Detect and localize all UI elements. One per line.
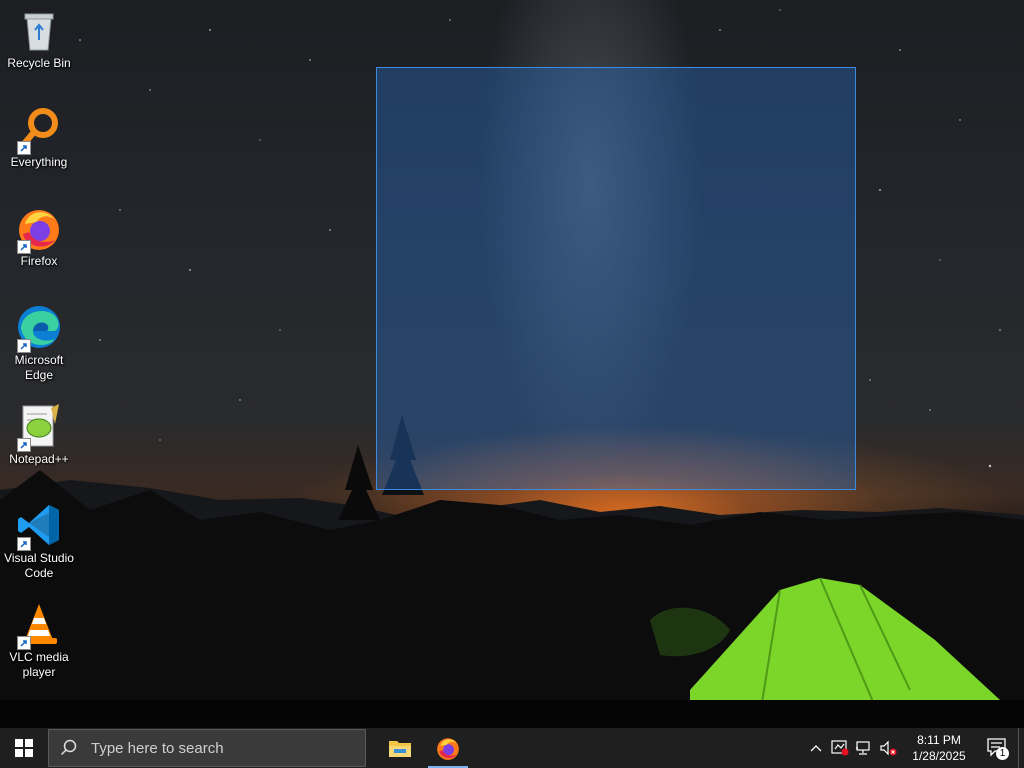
firefox-icon bbox=[437, 738, 459, 760]
desktop-icon-everything[interactable]: Everything bbox=[2, 105, 76, 170]
desktop-icon-recycle-bin[interactable]: Recycle Bin bbox=[2, 6, 76, 71]
taskbar: 8:11 PM 1/28/2025 1 bbox=[0, 728, 1024, 768]
shortcut-arrow-icon bbox=[17, 636, 31, 650]
vlc-icon bbox=[15, 600, 63, 650]
desktop-icon-vlc[interactable]: VLC media player bbox=[2, 600, 76, 680]
desktop-icon-firefox[interactable]: Firefox bbox=[2, 204, 76, 269]
desktop-icon-label: VLC media player bbox=[9, 650, 69, 679]
everything-search-icon bbox=[15, 105, 63, 155]
search-icon bbox=[49, 739, 89, 757]
desktop-icon-label: Microsoft Edge bbox=[14, 353, 64, 382]
system-tray: 8:11 PM 1/28/2025 1 bbox=[804, 728, 1024, 768]
clock-date: 1/28/2025 bbox=[912, 749, 966, 763]
show-desktop-button[interactable] bbox=[1018, 728, 1024, 768]
action-center-button[interactable]: 1 bbox=[978, 728, 1018, 768]
taskbar-search-box[interactable] bbox=[48, 729, 366, 767]
taskbar-clock[interactable]: 8:11 PM 1/28/2025 bbox=[900, 732, 978, 764]
shortcut-arrow-icon bbox=[17, 438, 31, 452]
shortcut-arrow-icon bbox=[17, 240, 31, 254]
security-alert-icon bbox=[831, 740, 849, 756]
desktop-icon-label: Firefox bbox=[20, 254, 58, 268]
security-tray-button[interactable] bbox=[828, 728, 852, 768]
desktop-icon-label: Recycle Bin bbox=[7, 56, 71, 70]
desktop-icon-visual-studio-code[interactable]: Visual Studio Code bbox=[2, 501, 76, 581]
selection-rectangle bbox=[376, 67, 856, 490]
start-button[interactable] bbox=[0, 728, 48, 768]
windows-logo-icon bbox=[15, 739, 33, 757]
recycle-bin-icon bbox=[15, 6, 63, 54]
volume-tray-button[interactable] bbox=[876, 728, 900, 768]
notification-count-badge: 1 bbox=[996, 747, 1009, 760]
chevron-up-icon bbox=[810, 745, 822, 752]
desktop-icon-notepad-plus-plus[interactable]: Notepad++ bbox=[2, 402, 76, 467]
search-input[interactable] bbox=[89, 738, 353, 758]
network-icon bbox=[856, 741, 870, 755]
vscode-icon bbox=[15, 501, 63, 551]
volume-muted-icon bbox=[880, 740, 897, 756]
desktop-icon-label: Everything bbox=[10, 155, 68, 169]
taskbar-app-firefox[interactable] bbox=[424, 728, 472, 768]
desktop-icon-microsoft-edge[interactable]: Microsoft Edge bbox=[2, 303, 76, 383]
edge-icon bbox=[15, 303, 63, 353]
network-tray-button[interactable] bbox=[852, 728, 876, 768]
firefox-icon bbox=[15, 204, 63, 254]
show-hidden-icons-button[interactable] bbox=[804, 728, 828, 768]
shortcut-arrow-icon bbox=[17, 537, 31, 551]
desktop-icon-label: Visual Studio Code bbox=[4, 551, 74, 580]
clock-time: 8:11 PM bbox=[917, 733, 961, 747]
desktop-icon-label: Notepad++ bbox=[9, 452, 69, 466]
file-explorer-icon bbox=[389, 741, 411, 757]
notepad-plus-plus-icon bbox=[15, 402, 63, 452]
shortcut-arrow-icon bbox=[17, 339, 31, 353]
shortcut-arrow-icon bbox=[17, 141, 31, 155]
taskbar-app-file-explorer[interactable] bbox=[376, 728, 424, 768]
